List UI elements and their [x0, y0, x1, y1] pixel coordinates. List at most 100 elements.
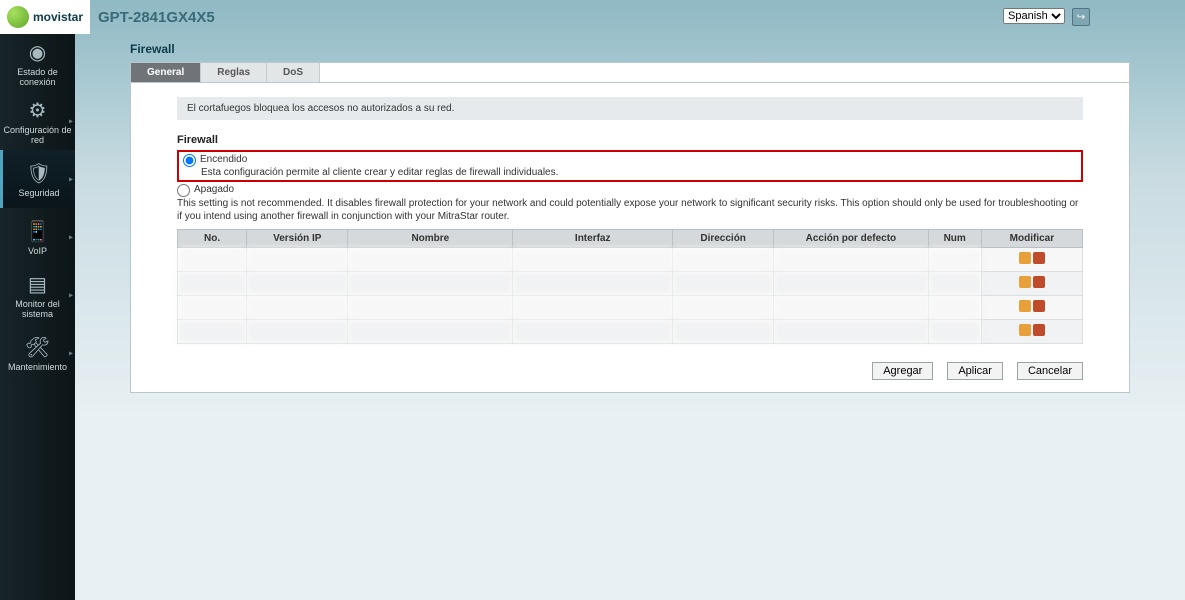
edit-icon[interactable] — [1019, 276, 1031, 288]
radio-off-row[interactable]: Apagado — [177, 184, 1083, 197]
edit-icon[interactable] — [1019, 300, 1031, 312]
main-content: Firewall General Reglas DoS El cortafueg… — [75, 34, 1185, 600]
edit-icon[interactable] — [1019, 324, 1031, 336]
radio-off-label: Apagado — [194, 184, 234, 195]
delete-icon[interactable] — [1033, 300, 1045, 312]
language-select[interactable]: Spanish — [1003, 8, 1065, 24]
sidebar-item-label: Mantenimiento — [8, 362, 67, 372]
cell-no: 2 — [178, 272, 247, 296]
phone-icon: 📱 — [25, 219, 50, 244]
rules-table: No. Versión IP Nombre Interfaz Dirección… — [177, 229, 1083, 344]
delete-icon[interactable] — [1033, 324, 1045, 336]
table-row: 3IPv6DEFAULT6_INallinAccept0 — [178, 296, 1083, 320]
cell-modify — [981, 248, 1082, 272]
th-name: Nombre — [348, 230, 513, 248]
globe-icon: ◉ — [29, 40, 46, 65]
sidebar-item-label: Seguridad — [18, 188, 59, 198]
cell-ipv: IPv6 — [247, 296, 348, 320]
radio-on-row[interactable]: Encendido — [183, 154, 1077, 167]
radio-off-desc: This setting is not recommended. It disa… — [177, 198, 1083, 223]
sidebar-item-security[interactable]: 🛡 Seguridad ▸ — [0, 150, 75, 208]
cell-iface: ppp0.1 — [513, 320, 673, 344]
delete-icon[interactable] — [1033, 276, 1045, 288]
cell-name: DEFAULT_OUT — [348, 272, 513, 296]
cell-num: 0 — [928, 296, 981, 320]
cell-dir: out — [673, 272, 774, 296]
th-dir: Dirección — [673, 230, 774, 248]
cell-num: 0 — [928, 272, 981, 296]
cell-num: 0 — [928, 320, 981, 344]
cell-modify — [981, 296, 1082, 320]
th-num: Num — [928, 230, 981, 248]
sidebar-item-voip[interactable]: 📱 VoIP ▸ — [0, 208, 75, 266]
tabs: General Reglas DoS — [131, 63, 1129, 83]
cell-no: 4 — [178, 320, 247, 344]
tab-general[interactable]: General — [131, 63, 201, 82]
sidebar-item-label: Configuración de red — [2, 125, 73, 145]
table-row: 4IPv6DEFAULT6_OUTppp0.1outDrop0 — [178, 320, 1083, 344]
cell-no: 3 — [178, 296, 247, 320]
tab-dos[interactable]: DoS — [267, 63, 320, 82]
cell-act: Drop — [774, 320, 928, 344]
cell-name: DEFAULT6_IN — [348, 296, 513, 320]
bars-icon: ▤ — [28, 272, 47, 297]
sidebar-item-label: Monitor del sistema — [2, 299, 73, 319]
th-mod: Modificar — [981, 230, 1082, 248]
cell-num: 0 — [928, 248, 981, 272]
info-bar: El cortafuegos bloquea los accesos no au… — [177, 97, 1083, 120]
table-row: 1IPv4DEFAULT_INallinAccept0 — [178, 248, 1083, 272]
sidebar-item-maint[interactable]: 🛠 Mantenimiento ▸ — [0, 324, 75, 382]
logout-button[interactable]: ↪ — [1072, 8, 1090, 26]
chevron-right-icon: ▸ — [69, 291, 73, 300]
radio-on-label: Encendido — [200, 154, 247, 165]
sidebar-item-label: VoIP — [28, 246, 47, 256]
chevron-right-icon: ▸ — [69, 117, 73, 126]
button-row: Agregar Aplicar Cancelar — [131, 348, 1129, 380]
sidebar-item-label: Estado de conexión — [2, 67, 73, 87]
chevron-right-icon: ▸ — [69, 349, 73, 358]
delete-icon[interactable] — [1033, 252, 1045, 264]
top-bar: movistar GPT-2841GX4X5 Spanish ↪ — [0, 0, 1185, 34]
cell-iface: ppp0.1 — [513, 272, 673, 296]
chevron-right-icon: ▸ — [69, 233, 73, 242]
tools-icon: 🛠 — [25, 335, 50, 360]
cell-dir: in — [673, 248, 774, 272]
cell-dir: in — [673, 296, 774, 320]
language-select-wrap: Spanish — [1003, 8, 1065, 24]
cell-ipv: IPv4 — [247, 248, 348, 272]
cell-modify — [981, 320, 1082, 344]
cell-name: DEFAULT6_OUT — [348, 320, 513, 344]
cell-no: 1 — [178, 248, 247, 272]
sidebar-item-monitor[interactable]: ▤ Monitor del sistema ▸ — [0, 266, 75, 324]
th-iface: Interfaz — [513, 230, 673, 248]
apply-button[interactable]: Aplicar — [947, 362, 1003, 380]
chevron-right-icon: ▸ — [69, 175, 73, 184]
cell-dir: out — [673, 320, 774, 344]
cancel-button[interactable]: Cancelar — [1017, 362, 1083, 380]
edit-icon[interactable] — [1019, 252, 1031, 264]
tab-rules[interactable]: Reglas — [201, 63, 267, 82]
page-title: Firewall — [130, 42, 1130, 56]
gear-icon: ⚙ — [29, 98, 47, 123]
sidebar-item-config[interactable]: ⚙ Configuración de red ▸ — [0, 92, 75, 150]
cell-ipv: IPv6 — [247, 320, 348, 344]
radio-off[interactable] — [177, 184, 190, 197]
radio-on-highlight: Encendido Esta configuración permite al … — [177, 150, 1083, 182]
table-header-row: No. Versión IP Nombre Interfaz Dirección… — [178, 230, 1083, 248]
cell-modify — [981, 272, 1082, 296]
shield-icon: 🛡 — [26, 161, 51, 186]
cell-name: DEFAULT_IN — [348, 248, 513, 272]
brand-logo: movistar — [0, 0, 90, 34]
brand-icon — [7, 6, 29, 28]
add-button[interactable]: Agregar — [872, 362, 933, 380]
cell-iface: all — [513, 296, 673, 320]
tab-content: El cortafuegos bloquea los accesos no au… — [131, 83, 1129, 348]
sidebar-item-status[interactable]: ◉ Estado de conexión — [0, 34, 75, 92]
th-no: No. — [178, 230, 247, 248]
cell-act: Drop — [774, 272, 928, 296]
cell-act: Accept — [774, 248, 928, 272]
panel: General Reglas DoS El cortafuegos bloque… — [130, 62, 1130, 393]
brand-text: movistar — [33, 10, 83, 24]
radio-on[interactable] — [183, 154, 196, 167]
radio-on-desc: Esta configuración permite al cliente cr… — [201, 167, 1077, 178]
